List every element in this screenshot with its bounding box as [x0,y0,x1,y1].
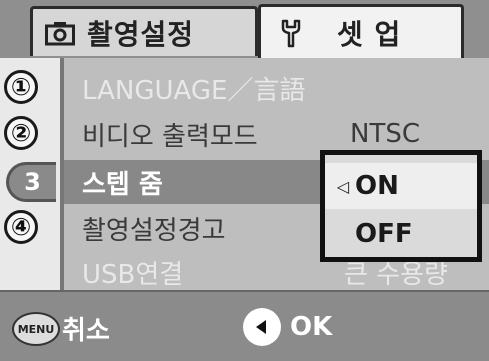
left-arrow-button-icon[interactable] [243,308,281,346]
menu-item-label: 비디오 출력모드 [82,121,258,152]
tab-label: 셋 업 [337,17,402,51]
selection-marker-icon: ◁ [336,176,349,196]
menu-item-label: 촬영설정경고 [82,215,226,246]
cancel-label: 취소 [62,316,110,346]
option-popup: ◁ ON OFF [320,150,482,262]
page-number-4[interactable]: ④ [4,210,38,244]
page-indicator-column: ① ② 3 ④ [0,58,60,290]
tab-label: 촬영설정 [87,17,195,51]
tab-shooting-settings[interactable]: 촬영설정 [30,6,258,56]
menu-button-icon[interactable]: MENU [12,312,60,346]
menu-item-label: 스텝 줌 [82,169,163,200]
camera-icon [45,20,75,46]
menu-item-value: NTSC [350,119,420,149]
option-on[interactable]: ◁ ON [325,163,477,209]
ok-label: OK [290,312,333,342]
option-label: OFF [355,219,413,249]
page-number-2[interactable]: ② [4,116,38,150]
menu-item-label: USB연결 [82,259,184,290]
bottom-hint-bar: MENU 취소 OK [0,290,489,361]
option-off[interactable]: OFF [325,211,477,257]
wrench-icon [279,18,303,48]
tab-setup[interactable]: 셋 업 [258,4,464,58]
page-number-3-active[interactable]: 3 [6,162,56,202]
tab-bar: 촬영설정 셋 업 [0,0,489,58]
camera-setup-screen: 촬영설정 셋 업 ① ② 3 ④ LANGUAGE／言語 비디오 출력모드 NT… [0,0,489,361]
page-number-1[interactable]: ① [4,70,38,104]
menu-item-label: LANGUAGE／言語 [82,75,306,106]
menu-item-language[interactable]: LANGUAGE／言語 [64,66,489,110]
option-label: ON [355,171,399,201]
